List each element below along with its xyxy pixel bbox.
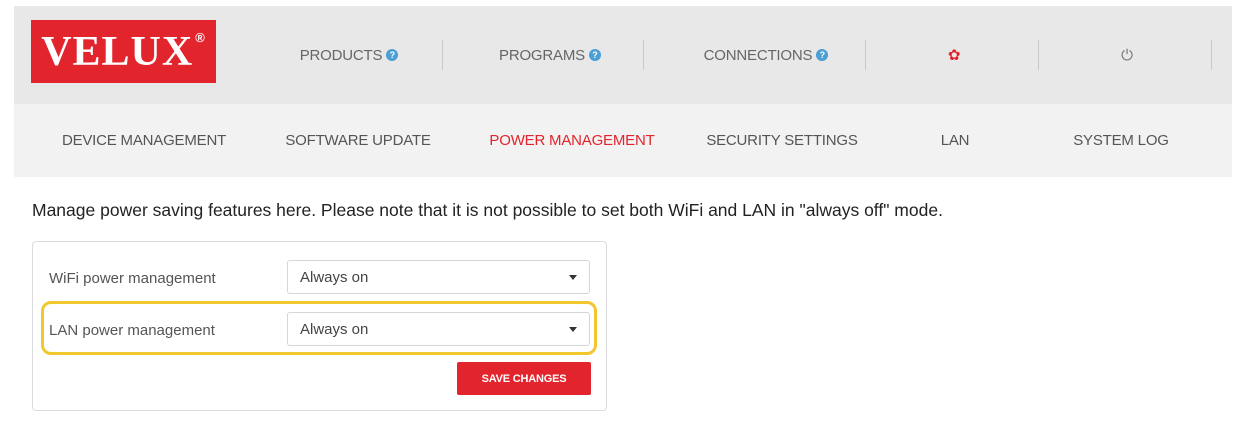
nav-divider bbox=[1038, 40, 1039, 70]
tab-software-update[interactable]: SOFTWARE UPDATE bbox=[280, 104, 436, 177]
nav-products[interactable]: PRODUCTS ? bbox=[266, 6, 432, 104]
nav-connections-label: CONNECTIONS bbox=[703, 46, 813, 64]
nav-settings[interactable]: ✿ bbox=[884, 6, 1024, 104]
chevron-down-icon bbox=[569, 275, 577, 280]
save-changes-button[interactable]: SAVE CHANGES bbox=[457, 362, 591, 395]
logo-text: VELUX bbox=[41, 28, 194, 75]
nav-divider bbox=[442, 40, 443, 70]
nav-programs[interactable]: PROGRAMS ? bbox=[460, 6, 640, 104]
nav-programs-label: PROGRAMS bbox=[499, 46, 585, 64]
wifi-power-label: WiFi power management bbox=[49, 270, 216, 287]
velux-logo[interactable]: VELUX ® bbox=[31, 20, 216, 83]
help-icon[interactable]: ? bbox=[386, 49, 399, 61]
tab-device-management[interactable]: DEVICE MANAGEMENT bbox=[54, 104, 234, 177]
nav-divider bbox=[865, 40, 866, 70]
nav-divider bbox=[643, 40, 644, 70]
help-icon[interactable]: ? bbox=[816, 49, 829, 61]
lan-row-highlight bbox=[41, 301, 597, 355]
registered-mark: ® bbox=[195, 30, 206, 45]
nav-logout[interactable]: ⏻ bbox=[1054, 6, 1200, 104]
top-navigation-bar: VELUX ® PRODUCTS ? PROGRAMS ? CONNECTIONS… bbox=[14, 6, 1232, 104]
help-icon[interactable]: ? bbox=[588, 49, 601, 61]
tab-power-management[interactable]: POWER MANAGEMENT bbox=[480, 104, 664, 177]
power-icon: ⏻ bbox=[1121, 46, 1133, 64]
tab-system-log[interactable]: SYSTEM LOG bbox=[1060, 104, 1182, 177]
nav-connections[interactable]: CONNECTIONS ? bbox=[666, 6, 866, 104]
nav-products-label: PRODUCTS bbox=[299, 46, 383, 64]
wifi-power-select[interactable]: Always on bbox=[287, 260, 590, 294]
tab-lan[interactable]: LAN bbox=[930, 104, 980, 177]
tab-security-settings[interactable]: SECURITY SETTINGS bbox=[704, 104, 860, 177]
sub-navigation-bar: DEVICE MANAGEMENT SOFTWARE UPDATE POWER … bbox=[14, 104, 1232, 177]
gear-icon: ✿ bbox=[947, 47, 961, 64]
wifi-power-value: Always on bbox=[300, 268, 369, 286]
power-saving-notice: Manage power saving features here. Pleas… bbox=[32, 200, 943, 220]
nav-divider bbox=[1211, 40, 1212, 70]
